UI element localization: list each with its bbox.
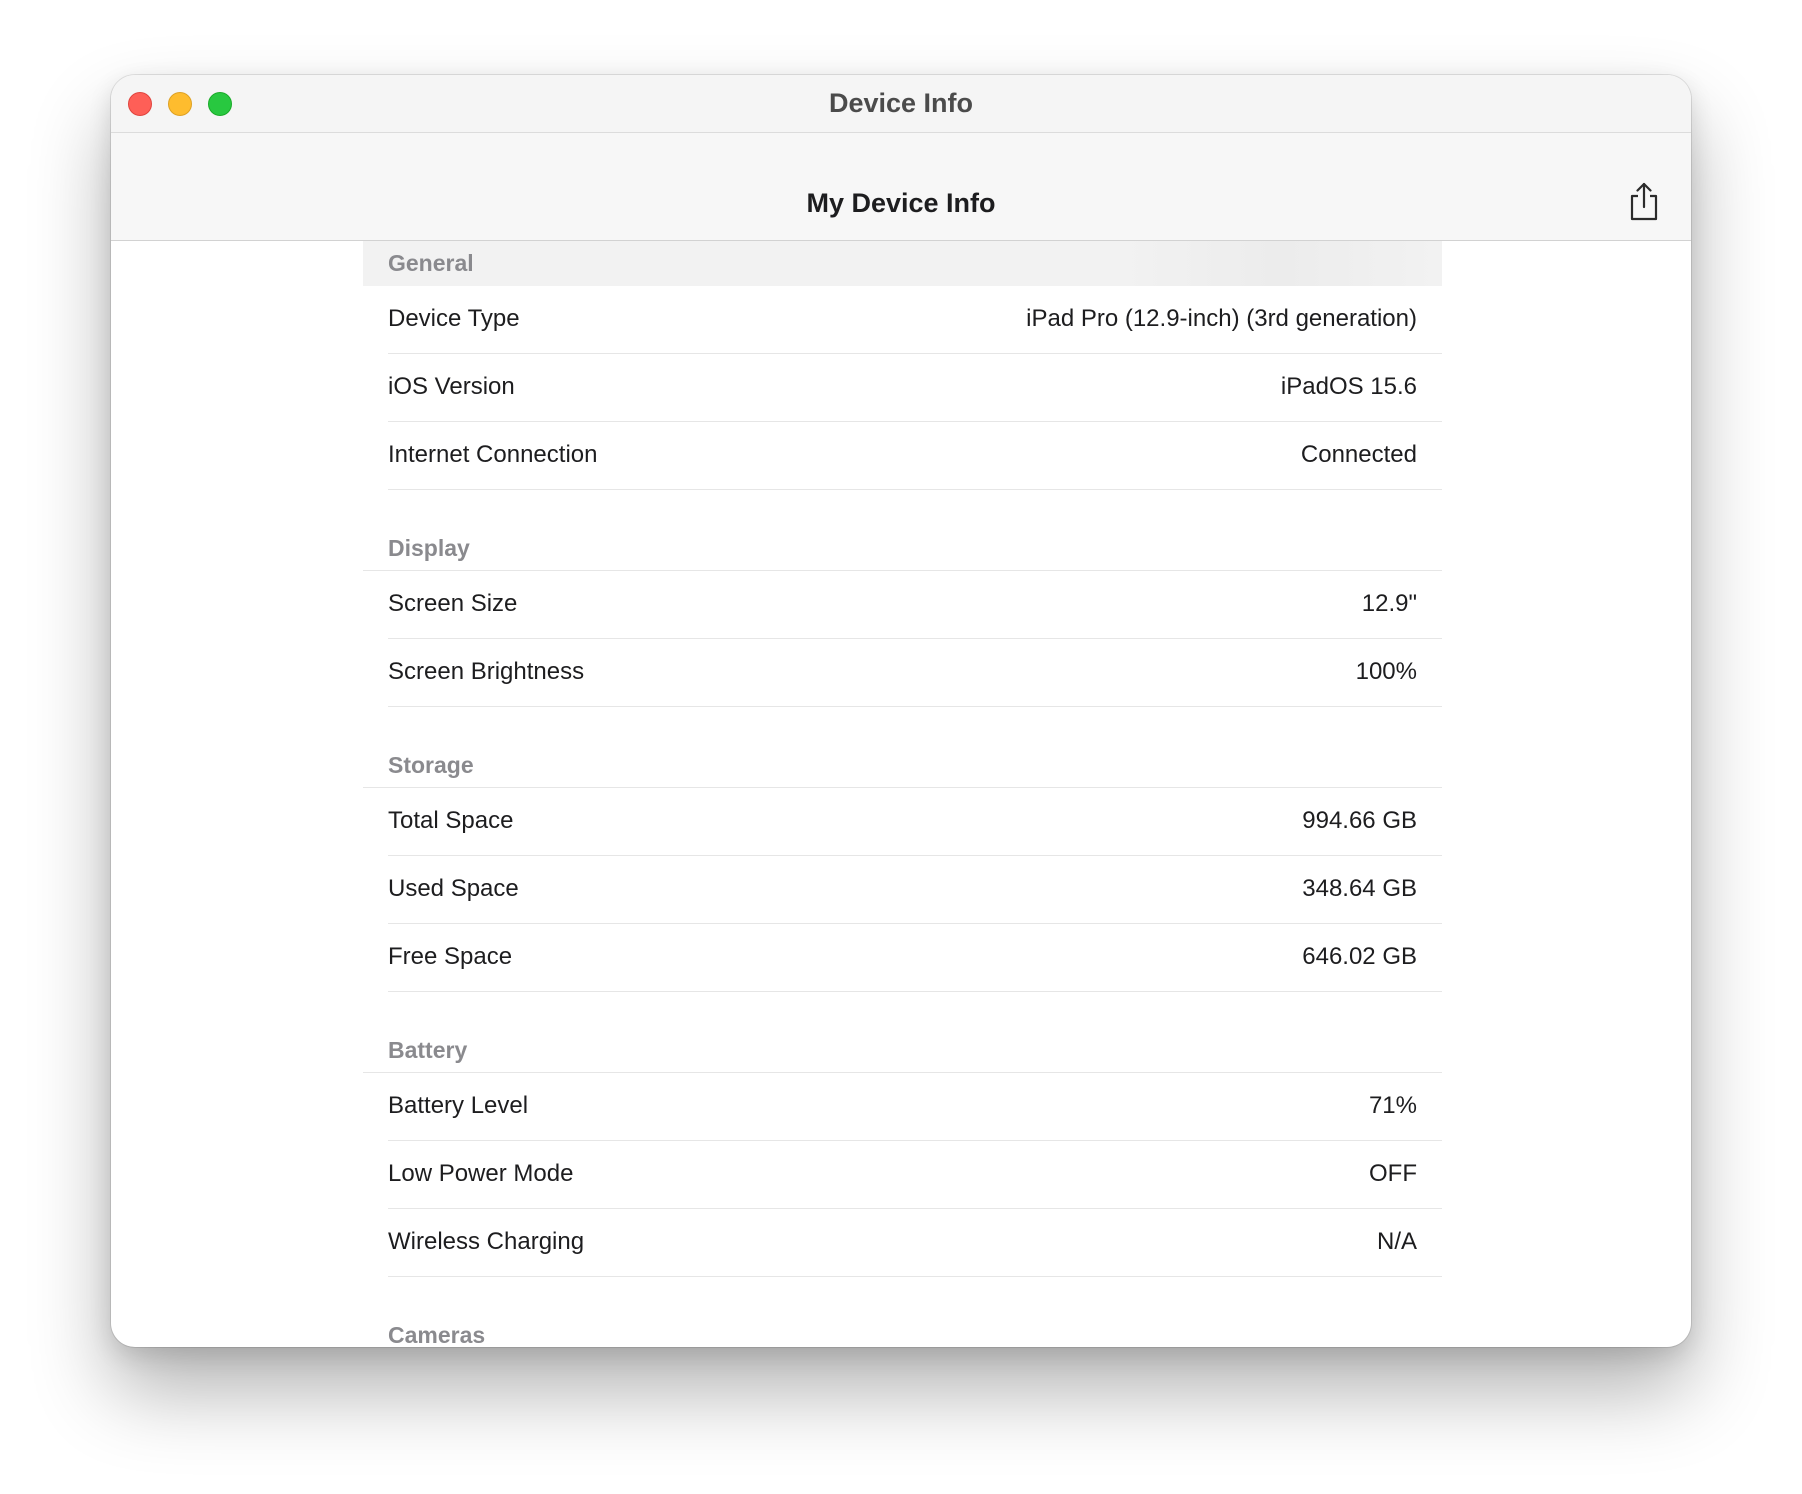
section-header-general: General [363, 241, 1442, 286]
row-value: 348.64 GB [1302, 875, 1417, 902]
section-header-display: Display [363, 525, 1442, 571]
app-window: Device Info My Device Info General Device… [111, 75, 1691, 1347]
row-label: Screen Brightness [388, 658, 585, 685]
list-row[interactable]: Battery Level 71% [388, 1073, 1442, 1141]
row-label: Total Space [388, 807, 514, 834]
row-value: 994.66 GB [1302, 807, 1417, 834]
row-value: iPadOS 15.6 [1280, 373, 1417, 400]
share-button[interactable] [1627, 181, 1661, 221]
navigation-bar: My Device Info [111, 133, 1691, 241]
list-row[interactable]: Screen Size 12.9" [388, 571, 1442, 639]
list-row[interactable]: iOS Version iPadOS 15.6 [388, 354, 1442, 422]
row-label: Free Space [388, 943, 513, 970]
row-value: 12.9" [1361, 590, 1417, 617]
row-label: iOS Version [388, 373, 515, 400]
row-value: N/A [1376, 1228, 1417, 1255]
list-row[interactable]: Wireless Charging N/A [388, 1209, 1442, 1277]
row-value: 71% [1368, 1092, 1417, 1119]
row-value: iPad Pro (12.9-inch) (3rd generation) [1026, 305, 1417, 332]
list-row[interactable]: Free Space 646.02 GB [388, 924, 1442, 992]
list-row[interactable]: Screen Brightness 100% [388, 639, 1442, 707]
section-header-battery: Battery [363, 1027, 1442, 1073]
page-title: My Device Info [806, 188, 996, 218]
list-row[interactable]: Total Space 994.66 GB [388, 788, 1442, 856]
row-label: Device Type [388, 305, 520, 332]
row-value: 646.02 GB [1302, 943, 1417, 970]
list-row[interactable]: Internet Connection Connected [388, 422, 1442, 490]
row-label: Low Power Mode [388, 1160, 574, 1187]
list-row[interactable]: Low Power Mode OFF [388, 1141, 1442, 1209]
title-bar: Device Info [111, 75, 1691, 133]
row-value: OFF [1369, 1160, 1417, 1187]
row-label: Battery Level [388, 1092, 529, 1119]
list-row[interactable]: Used Space 348.64 GB [388, 856, 1442, 924]
row-label: Internet Connection [388, 441, 598, 468]
content-area[interactable]: General Device Type iPad Pro (12.9-inch) (… [111, 241, 1691, 1347]
device-info-list: General Device Type iPad Pro (12.9-inch) (… [363, 241, 1442, 1347]
row-label: Screen Size [388, 590, 518, 617]
row-value: Connected [1300, 441, 1417, 468]
row-value: 100% [1355, 658, 1417, 685]
section-header-storage: Storage [363, 742, 1442, 788]
window-title: Device Info [828, 88, 974, 118]
row-label: Wireless Charging [388, 1228, 585, 1255]
row-label: Used Space [388, 875, 519, 902]
section-header-cameras: Cameras [363, 1312, 1442, 1347]
share-icon [1630, 182, 1658, 221]
list-row[interactable]: Device Type iPad Pro (12.9-inch) (3rd gen… [388, 286, 1442, 354]
